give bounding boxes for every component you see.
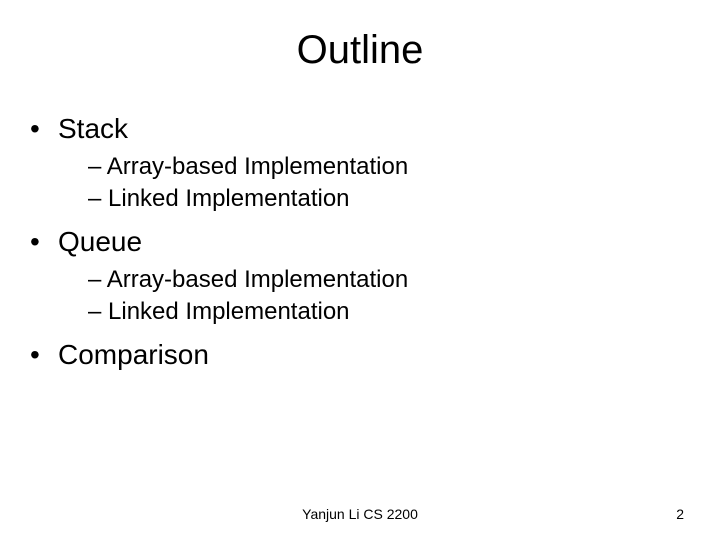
- footer: Yanjun Li CS 2200 2: [0, 506, 720, 522]
- bullet-icon: •: [30, 111, 58, 146]
- bullet-queue: •Queue: [30, 224, 690, 259]
- dash-icon: –: [88, 153, 101, 180]
- subbullet-queue-linked: – Linked Implementation: [88, 297, 690, 327]
- slide: Outline •Stack – Array-based Implementat…: [0, 0, 720, 540]
- subbullet-label: Array-based Implementation: [107, 153, 408, 180]
- subbullet-stack-linked: – Linked Implementation: [88, 184, 690, 214]
- slide-body: •Stack – Array-based Implementation – Li…: [30, 111, 690, 372]
- bullet-label: Comparison: [58, 339, 209, 370]
- bullet-icon: •: [30, 337, 58, 372]
- bullet-icon: •: [30, 224, 58, 259]
- footer-author: Yanjun Li CS 2200: [0, 506, 720, 522]
- slide-title: Outline: [30, 28, 690, 73]
- page-number: 2: [676, 506, 684, 522]
- subbullet-label: Array-based Implementation: [107, 266, 408, 293]
- dash-icon: –: [88, 266, 101, 293]
- bullet-comparison: •Comparison: [30, 337, 690, 372]
- subbullet-stack-array: – Array-based Implementation: [88, 152, 690, 182]
- dash-icon: –: [88, 185, 101, 212]
- subbullet-label: Linked Implementation: [108, 298, 349, 325]
- bullet-label: Queue: [58, 226, 142, 257]
- bullet-stack: •Stack: [30, 111, 690, 146]
- bullet-label: Stack: [58, 113, 128, 144]
- subbullet-queue-array: – Array-based Implementation: [88, 265, 690, 295]
- dash-icon: –: [88, 298, 101, 325]
- subbullet-label: Linked Implementation: [108, 185, 349, 212]
